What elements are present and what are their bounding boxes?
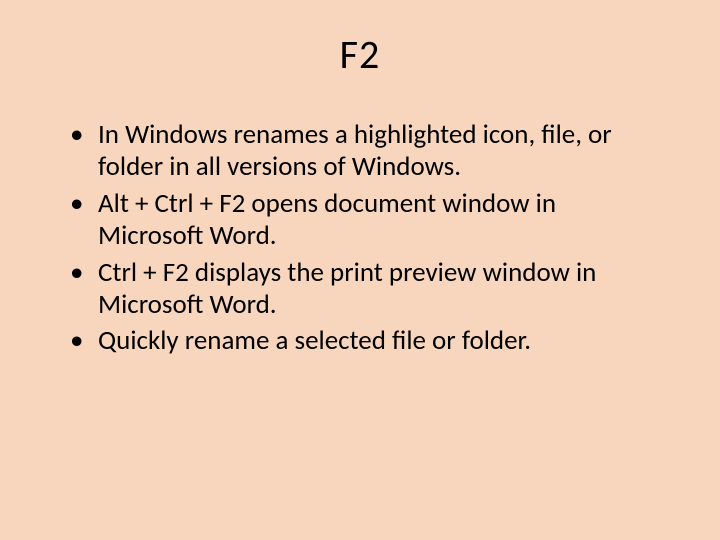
slide: F2 In Windows renames a highlighted icon… bbox=[0, 0, 720, 540]
slide-title: F2 bbox=[60, 30, 660, 79]
list-item: Alt + Ctrl + F2 opens document window in… bbox=[70, 188, 660, 253]
list-item: In Windows renames a highlighted icon, f… bbox=[70, 119, 660, 184]
bullet-list: In Windows renames a highlighted icon, f… bbox=[60, 119, 660, 358]
list-item: Ctrl + F2 displays the print preview win… bbox=[70, 257, 660, 322]
list-item: Quickly rename a selected file or folder… bbox=[70, 325, 660, 357]
